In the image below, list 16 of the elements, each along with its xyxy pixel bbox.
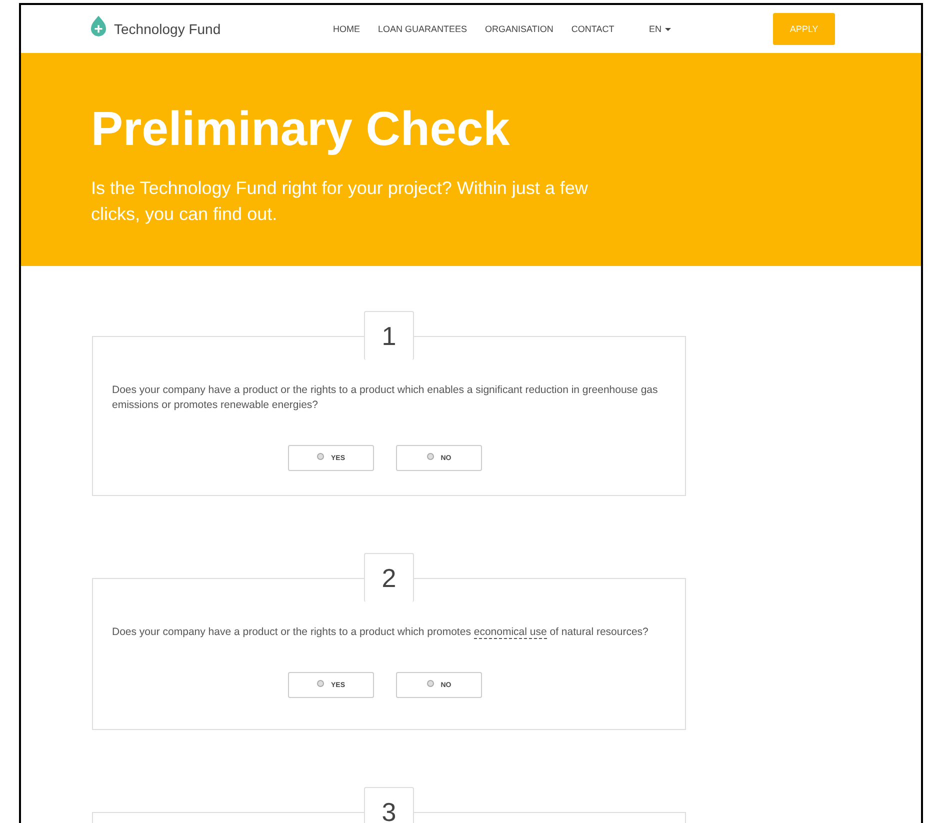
language-selector[interactable]: EN — [649, 24, 773, 34]
question-text: Does your company have a product or the rights to a product which enables a significant reduction in greenhouse gas emissions or promotes renewable energies? — [112, 383, 659, 413]
term-link[interactable]: economical use — [474, 626, 547, 639]
brand-name-link[interactable]: Technology Fund — [114, 21, 221, 37]
question-number: 2 — [364, 553, 414, 602]
question-number: 3 — [364, 787, 414, 823]
nav-link[interactable]: HOME — [333, 24, 360, 34]
nav-link[interactable]: CONTACT — [571, 24, 614, 34]
caret-icon — [664, 28, 671, 30]
question-number: 1 — [364, 311, 414, 360]
nav-link[interactable]: LOAN GUARANTEES — [378, 24, 468, 34]
leaf-plus-icon — [91, 15, 106, 37]
nav-link[interactable]: ORGANISATION — [485, 24, 554, 34]
page-title: Preliminary Check — [91, 102, 511, 158]
page-subtitle: Is the Technology Fund right for your project? Within just a few clicks, you can find out. — [91, 177, 589, 226]
question-text: Does your company have a product or the rights to a product which promotes economical use of natural resources? — [112, 625, 650, 640]
